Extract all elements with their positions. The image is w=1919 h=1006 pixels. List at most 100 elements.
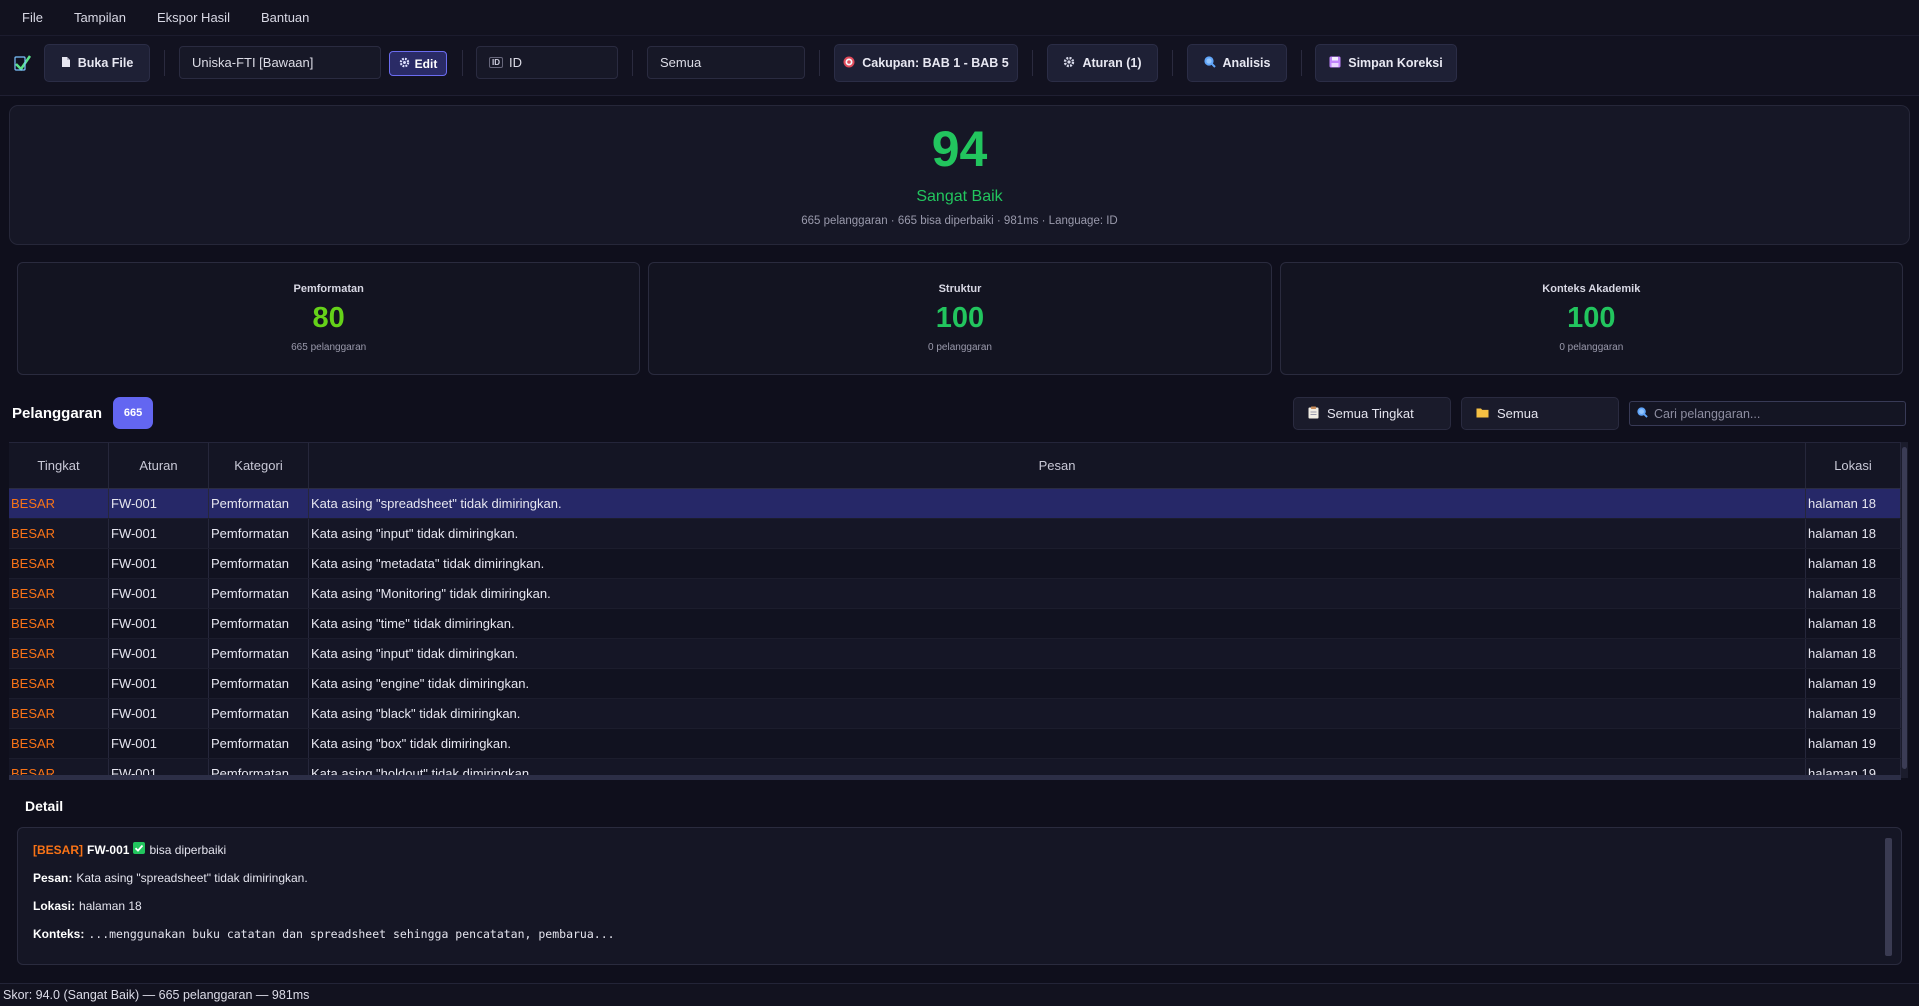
cell-location: halaman 18 [1806, 579, 1901, 608]
detail-panel: [BESAR] FW-001 bisa diperbaiki Pesan: Ka… [17, 827, 1902, 965]
table-row[interactable]: BESAR FW-001 Pemformatan Kata asing "black"… [9, 699, 1901, 729]
detail-location-line: Lokasi: halaman 18 [33, 899, 1901, 913]
cell-category: Pemformatan [209, 579, 309, 608]
cell-severity: BESAR [9, 519, 109, 548]
edit-label: Edit [414, 56, 438, 71]
table-row[interactable]: BESAR FW-001 Pemformatan Kata asing "metada… [9, 549, 1901, 579]
app-logo-icon [14, 53, 32, 76]
profile-value: Uniska-FTI [Bawaan] [192, 55, 314, 70]
cell-location: halaman 19 [1806, 699, 1901, 728]
cell-rule: FW-001 [109, 549, 209, 578]
cell-message: Kata asing "engine" tidak dimiringkan. [309, 669, 1806, 698]
table-row[interactable]: BESAR FW-001 Pemformatan Kata asing "Monito… [9, 579, 1901, 609]
severity-filter-value: Semua Tingkat [1327, 406, 1414, 421]
cell-rule: FW-001 [109, 519, 209, 548]
detail-scrollbar[interactable] [1885, 838, 1892, 956]
open-file-button[interactable]: Buka File [44, 44, 150, 82]
detail-message: Kata asing "spreadsheet" tidak dimiringk… [76, 871, 308, 885]
cell-location: halaman 19 [1806, 669, 1901, 698]
table-row[interactable]: BESAR FW-001 Pemformatan Kata asing "input"… [9, 519, 1901, 549]
document-icon [61, 56, 71, 71]
cell-severity: BESAR [9, 609, 109, 638]
rules-label: Aturan (1) [1082, 56, 1142, 70]
save-corrections-button[interactable]: Simpan Koreksi [1315, 44, 1457, 82]
score-subtitle: 665 pelanggaran · 665 bisa diperbaiki · … [801, 215, 1118, 227]
scrollbar-thumb[interactable] [1902, 447, 1907, 769]
cell-message: Kata asing "metadata" tidak dimiringkan. [309, 549, 1806, 578]
cell-severity: BESAR [9, 729, 109, 758]
cell-location: halaman 18 [1806, 639, 1901, 668]
cell-severity: BESAR [9, 639, 109, 668]
table-header: Tingkat Aturan Kategori Pesan Lokasi [9, 443, 1901, 489]
card-score: 100 [935, 302, 985, 334]
toolbar-divider [164, 50, 165, 76]
cell-message: Kata asing "time" tidak dimiringkan. [309, 609, 1806, 638]
table-vertical-scrollbar[interactable] [1901, 442, 1908, 778]
menu-file[interactable]: File [22, 10, 43, 25]
rules-button[interactable]: Aturan (1) [1047, 44, 1158, 82]
detail-message-line: Pesan: Kata asing "spreadsheet" tidak di… [33, 871, 1901, 885]
table-body: BESAR FW-001 Pemformatan Kata asing "spread… [9, 489, 1901, 778]
cell-rule: FW-001 [109, 729, 209, 758]
violation-search-input[interactable]: Cari pelanggaran... [1629, 401, 1906, 426]
table-row[interactable]: BESAR FW-001 Pemformatan Kata asing "time" … [9, 609, 1901, 639]
analyze-button[interactable]: Analisis [1187, 44, 1287, 82]
violations-table: Tingkat Aturan Kategori Pesan Lokasi BES… [9, 442, 1901, 778]
violations-count-badge: 665 [113, 397, 154, 429]
menu-help[interactable]: Bantuan [261, 10, 309, 25]
detail-context: ...menggunakan buku catatan dan spreadsh… [88, 927, 615, 941]
detail-context-line: Konteks: ...menggunakan buku catatan dan… [33, 927, 1901, 941]
save-corrections-label: Simpan Koreksi [1348, 56, 1443, 70]
cell-message: Kata asing "input" tidak dimiringkan. [309, 639, 1806, 668]
column-category[interactable]: Kategori [209, 443, 309, 488]
open-file-label: Buka File [77, 56, 134, 70]
cell-rule: FW-001 [109, 579, 209, 608]
card-score: 80 [312, 302, 345, 334]
cell-severity: BESAR [9, 669, 109, 698]
category-filter-select[interactable]: Semua [1461, 397, 1619, 430]
cell-category: Pemformatan [209, 489, 309, 518]
check-icon [133, 842, 146, 857]
table-row[interactable]: BESAR FW-001 Pemformatan Kata asing "box" t… [9, 729, 1901, 759]
cell-location: halaman 18 [1806, 609, 1901, 638]
cell-rule: FW-001 [109, 489, 209, 518]
category-filter-value: Semua [1497, 406, 1539, 421]
column-message[interactable]: Pesan [309, 443, 1806, 488]
card-structure: Struktur 100 0 pelanggaran [648, 262, 1272, 375]
cell-category: Pemformatan [209, 549, 309, 578]
cell-message: Kata asing "spreadsheet" tidak dimiringk… [309, 489, 1806, 518]
detail-header-line: [BESAR] FW-001 bisa diperbaiki [33, 842, 1901, 857]
filter-select[interactable]: Semua [647, 46, 805, 79]
language-value: ID [509, 55, 522, 70]
table-row[interactable]: BESAR FW-001 Pemformatan Kata asing "input"… [9, 639, 1901, 669]
menu-bar: File Tampilan Ekspor Hasil Bantuan [0, 0, 1919, 36]
severity-filter-select[interactable]: Semua Tingkat [1293, 397, 1451, 430]
folder-icon [1476, 406, 1489, 421]
menu-export[interactable]: Ekspor Hasil [157, 10, 230, 25]
cell-message: Kata asing "Monitoring" tidak dimiringka… [309, 579, 1806, 608]
card-score: 100 [1567, 302, 1616, 334]
column-rule[interactable]: Aturan [109, 443, 209, 488]
detail-rule: FW-001 [87, 842, 130, 857]
detail-fixable: bisa diperbaiki [149, 842, 227, 857]
target-icon [843, 56, 855, 71]
edit-profile-button[interactable]: Edit [389, 51, 447, 76]
language-select[interactable]: ID ID [476, 46, 618, 79]
profile-select[interactable]: Uniska-FTI [Bawaan] [179, 46, 381, 79]
table-row[interactable]: BESAR FW-001 Pemformatan Kata asing "engine… [9, 669, 1901, 699]
column-severity[interactable]: Tingkat [9, 443, 109, 488]
column-location[interactable]: Lokasi [1806, 443, 1901, 488]
category-cards: Pemformatan 80 665 pelanggaran Struktur … [17, 262, 1903, 375]
table-horizontal-scrollbar[interactable] [9, 775, 1901, 780]
menu-view[interactable]: Tampilan [74, 10, 126, 25]
scope-label: Cakupan: BAB 1 - BAB 5 [862, 56, 1009, 70]
table-row[interactable]: BESAR FW-001 Pemformatan Kata asing "spread… [9, 489, 1901, 519]
detail-message-label: Pesan: [33, 871, 73, 885]
scope-button[interactable]: Cakupan: BAB 1 - BAB 5 [834, 44, 1018, 82]
toolbar-divider [632, 50, 633, 76]
cell-rule: FW-001 [109, 639, 209, 668]
id-icon: ID [489, 57, 503, 68]
toolbar-divider [1032, 50, 1033, 76]
cell-category: Pemformatan [209, 699, 309, 728]
card-title: Struktur [938, 283, 982, 295]
